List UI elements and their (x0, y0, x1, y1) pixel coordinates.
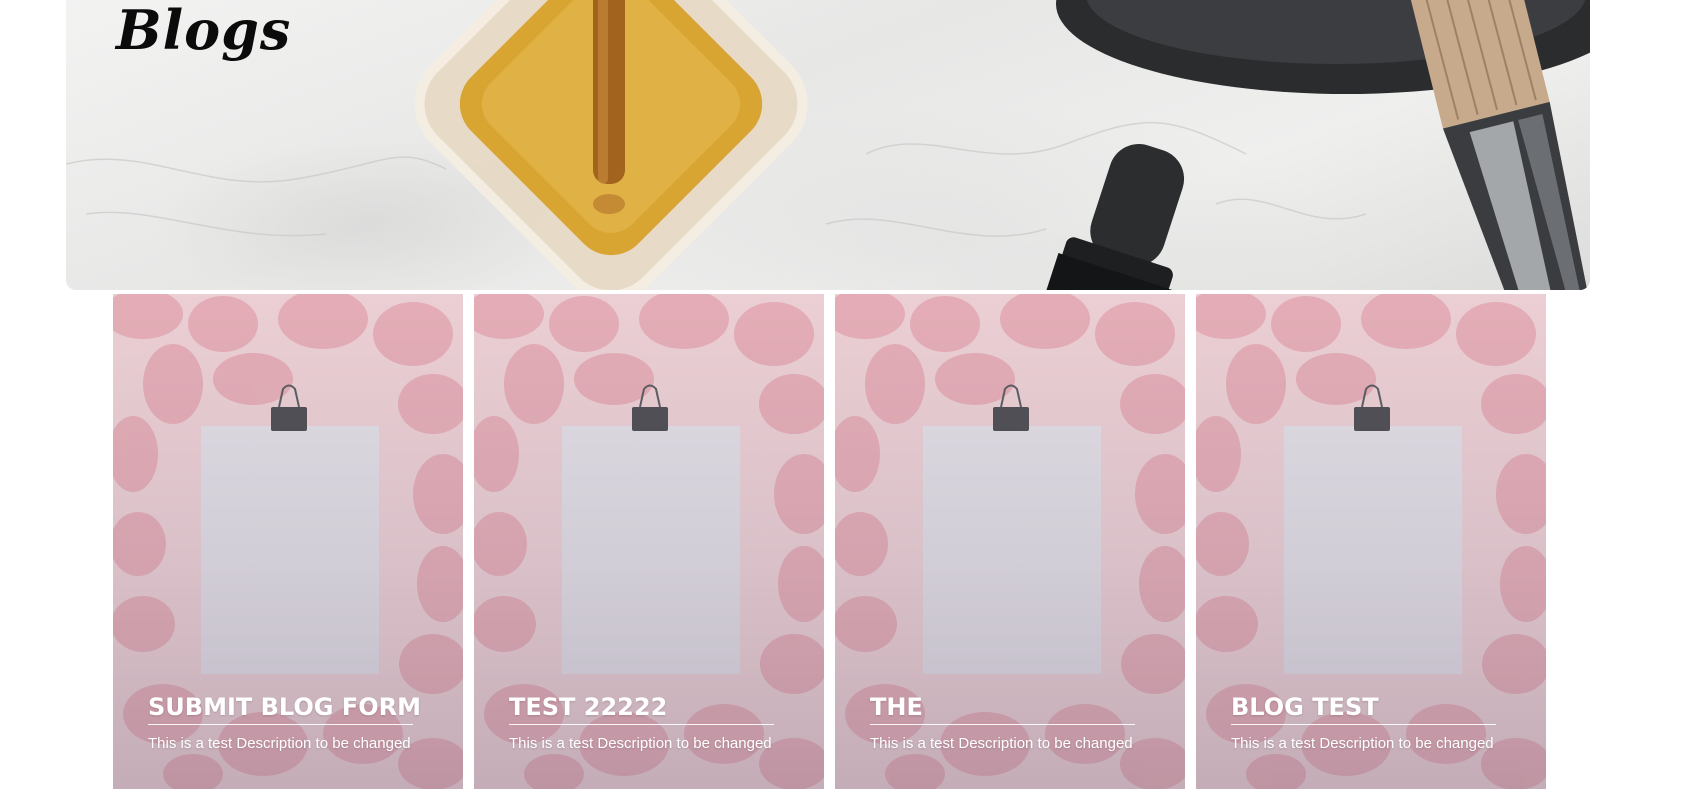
card-title[interactable]: TEST 22222 (509, 692, 774, 725)
page: Blogs SUBMIT BLOG FORM This is a test De… (0, 0, 1706, 789)
card-title[interactable]: THE (870, 692, 1135, 725)
blog-card-list: SUBMIT BLOG FORM This is a test Descript… (113, 294, 1547, 789)
hero-banner: Blogs (66, 0, 1590, 290)
card-text: SUBMIT BLOG FORM This is a test Descript… (148, 692, 421, 753)
card-description: This is a test Description to be changed (1231, 735, 1494, 752)
blog-card[interactable]: BLOG TEST This is a test Description to … (1196, 294, 1546, 789)
hero-image (66, 0, 1590, 290)
card-text: BLOG TEST This is a test Description to … (1231, 692, 1496, 753)
blog-card[interactable]: SUBMIT BLOG FORM This is a test Descript… (113, 294, 463, 789)
blog-card[interactable]: TEST 22222 This is a test Description to… (474, 294, 824, 789)
card-description: This is a test Description to be changed (148, 735, 411, 752)
blog-card[interactable]: THE This is a test Description to be cha… (835, 294, 1185, 789)
card-description: This is a test Description to be changed (509, 735, 772, 752)
page-title: Blogs (116, 0, 292, 62)
card-text: TEST 22222 This is a test Description to… (509, 692, 774, 753)
card-description: This is a test Description to be changed (870, 735, 1133, 752)
card-text: THE This is a test Description to be cha… (870, 692, 1135, 753)
card-title[interactable]: BLOG TEST (1231, 692, 1496, 725)
card-title[interactable]: SUBMIT BLOG FORM (148, 692, 421, 725)
